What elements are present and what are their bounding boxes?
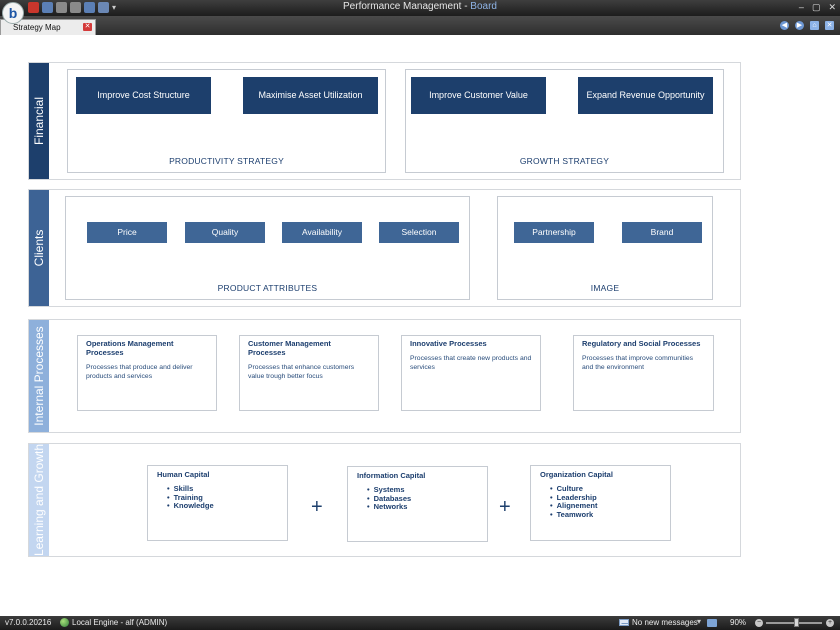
perspective-internal-processes: Internal Processes Operations Management… <box>28 319 741 433</box>
perspective-title: Internal Processes <box>32 326 46 426</box>
process-innovative[interactable]: Innovative Processes Processes that crea… <box>401 335 541 411</box>
close-all-icon[interactable]: ✕ <box>825 21 834 30</box>
window-title-accent: Board <box>470 1 497 12</box>
perspective-label-clients: Clients <box>29 190 49 306</box>
zoom-in-icon[interactable]: + <box>826 619 834 627</box>
perspective-label-learning-and-growth: Learning and Growth <box>29 444 49 556</box>
engine-text[interactable]: Local Engine - alf (ADMIN) <box>72 618 167 627</box>
process-customer-management[interactable]: Customer Management Processes Processes … <box>239 335 379 411</box>
capital-organization[interactable]: Organization Capital Culture Leadership … <box>530 465 671 541</box>
perspective-label-internal-processes: Internal Processes <box>29 320 49 432</box>
window-title: Performance Management - Board <box>0 1 840 12</box>
capital-title: Organization Capital <box>540 470 613 479</box>
group-caption: IMAGE <box>590 283 620 293</box>
group-caption: PRODUCTIVITY STRATEGY <box>169 156 284 166</box>
process-description: Processes that produce and deliver produ… <box>86 364 193 380</box>
perspective-title: Learning and Growth <box>32 443 46 557</box>
objective-expand-revenue-opportunity[interactable]: Expand Revenue Opportunity <box>578 77 713 114</box>
perspective-title: Financial <box>32 96 46 146</box>
objective-improve-cost-structure[interactable]: Improve Cost Structure <box>76 77 211 114</box>
plus-sign: + <box>499 496 511 518</box>
process-description: Processes that create new products and s… <box>410 355 532 371</box>
process-title: Innovative Processes <box>410 339 487 348</box>
process-title: Operations Management Processes <box>86 339 174 357</box>
perspective-label-financial: Financial <box>29 63 49 179</box>
objective-price[interactable]: Price <box>87 222 167 243</box>
objective-availability[interactable]: Availability <box>282 222 362 243</box>
capital-title: Information Capital <box>357 471 426 480</box>
group-product-attributes: Price Quality Availability Selection PRO… <box>65 196 470 300</box>
objective-quality[interactable]: Quality <box>185 222 265 243</box>
zoom-slider-thumb[interactable] <box>794 618 800 627</box>
forward-icon[interactable]: ▶ <box>795 21 804 30</box>
tab-bar: Strategy Map ✕ ◀ ▶ ⌂ ✕ <box>0 16 840 35</box>
mail-icon[interactable] <box>619 619 629 626</box>
group-growth-strategy: Improve Customer Value Expand Revenue Op… <box>405 69 724 173</box>
navigation-icons: ◀ ▶ ⌂ ✕ <box>780 21 834 30</box>
status-bar: v7.0.0.20216 Local Engine - alf (ADMIN) … <box>0 616 840 630</box>
group-caption: GROWTH STRATEGY <box>519 156 610 166</box>
maximize-icon[interactable]: ▢ <box>812 3 821 12</box>
capital-items: Skills Training Knowledge <box>167 484 278 511</box>
process-operations-management[interactable]: Operations Management Processes Processe… <box>77 335 217 411</box>
capital-human[interactable]: Human Capital Skills Training Knowledge <box>147 465 288 541</box>
process-title: Customer Management Processes <box>248 339 331 357</box>
tab-close-icon[interactable]: ✕ <box>83 23 92 31</box>
messages-dropdown-icon[interactable]: ▾ <box>697 617 701 626</box>
group-caption: PRODUCT ATTRIBUTES <box>217 283 318 293</box>
version-text: v7.0.0.20216 <box>5 618 52 627</box>
board-logo-icon[interactable]: b <box>2 2 24 24</box>
zoom-slider[interactable] <box>766 618 822 627</box>
strategy-map-canvas: Financial Improve Cost Structure Maximis… <box>0 35 840 616</box>
capital-title: Human Capital <box>157 470 210 479</box>
process-title: Regulatory and Social Processes <box>582 339 701 348</box>
capital-item: Teamwork <box>550 510 661 520</box>
group-image: Partnership Brand IMAGE <box>497 196 713 300</box>
tab-label: Strategy Map <box>13 23 61 32</box>
objective-partnership[interactable]: Partnership <box>514 222 594 243</box>
close-window-icon[interactable]: ✕ <box>828 3 836 12</box>
objective-brand[interactable]: Brand <box>622 222 702 243</box>
plus-sign: + <box>311 496 323 518</box>
process-regulatory-and-social[interactable]: Regulatory and Social Processes Processe… <box>573 335 714 411</box>
window-title-text: Performance Management - <box>343 1 471 12</box>
window-controls: – ▢ ✕ <box>799 3 836 12</box>
capital-information[interactable]: Information Capital Systems Databases Ne… <box>347 466 488 542</box>
minimize-icon[interactable]: – <box>799 3 804 12</box>
capital-items: Culture Leadership Alignement Teamwork <box>550 484 661 520</box>
screen-icon[interactable] <box>707 619 717 627</box>
perspective-learning-and-growth: Learning and Growth Human Capital Skills… <box>28 443 741 557</box>
perspective-financial: Financial Improve Cost Structure Maximis… <box>28 62 741 180</box>
zoom-out-icon[interactable]: − <box>755 619 763 627</box>
perspective-title: Clients <box>32 229 46 267</box>
back-icon[interactable]: ◀ <box>780 21 789 30</box>
messages-text[interactable]: No new messages <box>632 618 698 627</box>
zoom-level-text: 90% <box>730 618 747 627</box>
objective-selection[interactable]: Selection <box>379 222 459 243</box>
home-icon[interactable]: ⌂ <box>810 21 819 30</box>
objective-maximise-asset-utilization[interactable]: Maximise Asset Utilization <box>243 77 378 114</box>
capital-item: Networks <box>367 503 478 512</box>
capital-items: Systems Databases Networks <box>367 485 478 512</box>
perspective-clients: Clients Price Quality Availability Selec… <box>28 189 741 307</box>
process-description: Processes that enhance customers value t… <box>248 364 355 380</box>
group-productivity-strategy: Improve Cost Structure Maximise Asset Ut… <box>67 69 386 173</box>
objective-improve-customer-value[interactable]: Improve Customer Value <box>411 77 546 114</box>
capital-item: Knowledge <box>167 502 278 511</box>
title-bar: b ▾ Performance Management - Board – ▢ ✕ <box>0 0 840 24</box>
process-description: Processes that improve communities and t… <box>582 355 694 371</box>
globe-icon <box>60 618 69 627</box>
